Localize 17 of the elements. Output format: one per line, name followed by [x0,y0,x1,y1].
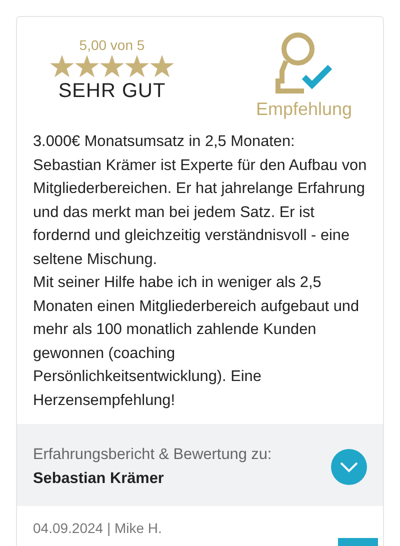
expand-button[interactable] [331,449,367,485]
star-icon [150,55,174,78]
star-icon [100,55,124,78]
subject-caption: Erfahrungsbericht & Bewertung zu: [33,446,272,464]
rating-score: 5,00 von 5 [79,37,145,53]
chevron-down-icon [339,461,359,473]
review-text: 3.000€ Monatsumsatz in 2,5 Monaten: [33,132,296,152]
review-text: Mit seiner Hilfe habe ich in weniger als 2,5 Monaten einen Mitgliederbereich aufgebaut und mehr als 100 monatlich zahlende Kunden gewonnen (coaching Persönlichkeitsentwicklung). Eine Herzensempfehlung! [33,273,360,410]
star-icon [50,55,74,78]
star-icon [75,55,99,78]
rating-verdict: SEHR GUT [58,80,166,103]
badge-label: Empfehlung [256,99,352,120]
subject-name: Sebastian Krämer [33,470,165,488]
review-meta: 04.09.2024 | Mike H. [33,520,162,536]
star-icon [125,55,149,78]
review-text: Sebastian Krämer ist Experte für den Aufbau von Mitgliederbereichen. Er hat jahrelange Erfahrung und das merkt man bei jedem Satz. Er ist fordernd und gleichzeitig verständnisvoll - eine seltene Mischung. [33,156,367,270]
person-check-icon [274,31,334,95]
